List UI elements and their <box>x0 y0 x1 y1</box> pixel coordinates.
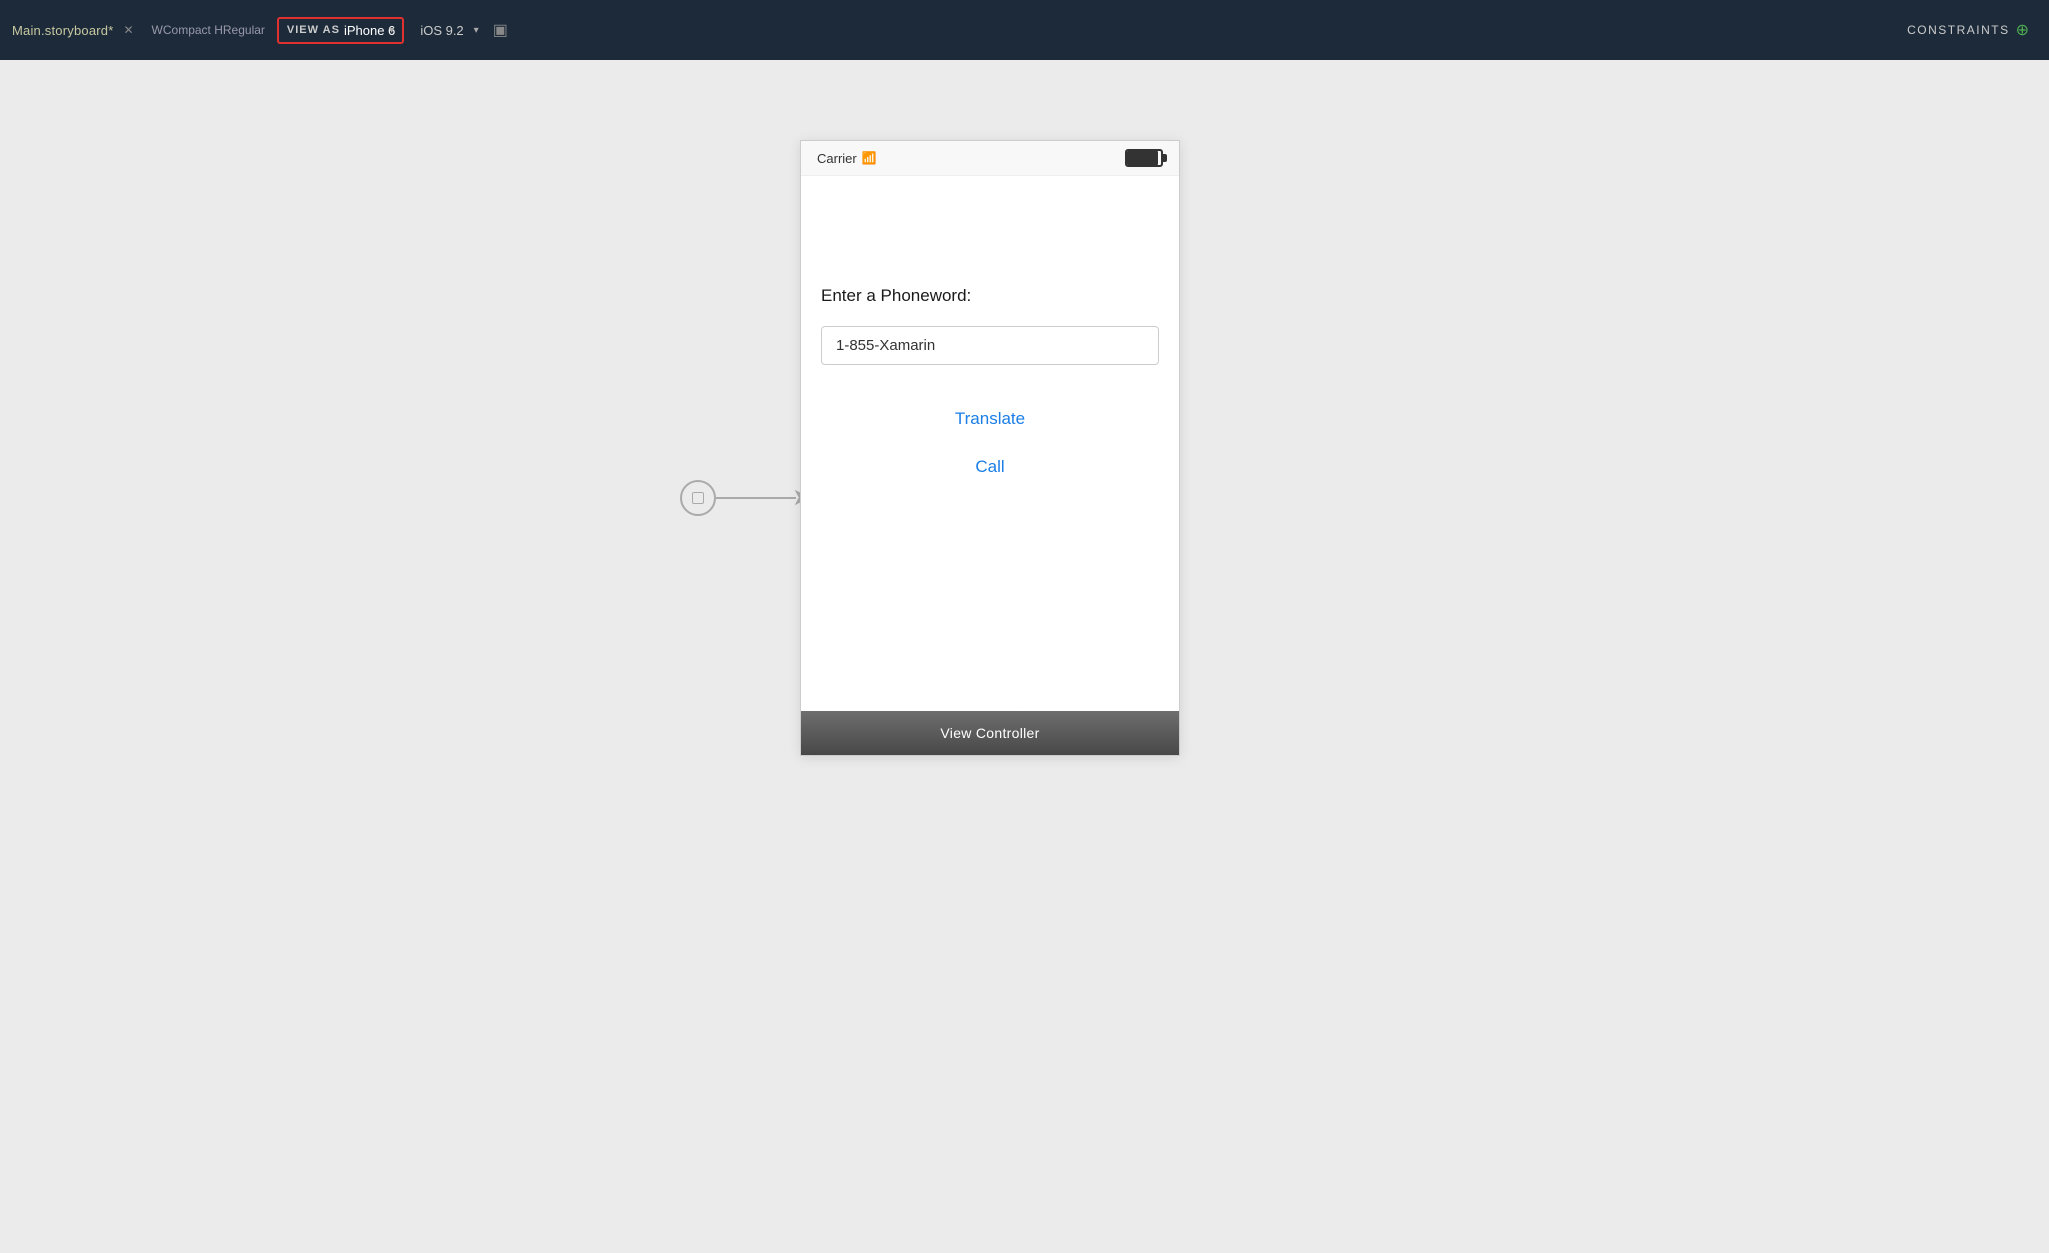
connector-line <box>716 497 796 499</box>
content-spacer <box>821 491 1159 691</box>
iphone-content: Enter a Phoneword: Translate Call <box>801 176 1179 711</box>
entry-connector: ➤ <box>680 480 812 516</box>
toolbar-left: Main.storyboard* ✕ WCompact HRegular VIE… <box>12 17 508 44</box>
device-icon: ▣ <box>493 20 508 40</box>
battery-fill <box>1127 151 1158 165</box>
ios-dropdown-arrow-icon[interactable]: ▾ <box>474 25 479 36</box>
call-button[interactable]: Call <box>821 443 1159 491</box>
view-controller-label: View Controller <box>940 725 1039 741</box>
toolbar: Main.storyboard* ✕ WCompact HRegular VIE… <box>0 0 2049 60</box>
view-as-box: VIEW AS iPhone 6 ▾ <box>277 17 404 44</box>
constraints-label: CONSTRAINTS <box>1907 23 2010 37</box>
iphone-frame: Carrier 📶 Enter a Phoneword: Translate C… <box>800 140 1180 756</box>
toolbar-right: CONSTRAINTS ⊕ <box>1907 20 2029 40</box>
carrier-label: Carrier <box>817 151 857 166</box>
view-controller-bar: View Controller <box>801 711 1179 755</box>
tab-label[interactable]: Main.storyboard* <box>12 23 113 38</box>
size-class-label: WCompact HRegular <box>152 23 265 37</box>
canvas-area: ➤ Carrier 📶 Enter a Phoneword: Translate… <box>0 60 2049 1253</box>
battery-icon <box>1125 149 1163 167</box>
translate-button[interactable]: Translate <box>821 395 1159 443</box>
constraints-add-icon[interactable]: ⊕ <box>2016 20 2029 40</box>
carrier-info: Carrier 📶 <box>817 151 877 166</box>
tab-close-icon[interactable]: ✕ <box>123 23 133 37</box>
phoneword-input[interactable] <box>821 326 1159 365</box>
view-as-label: VIEW AS <box>287 24 340 36</box>
phoneword-label: Enter a Phoneword: <box>821 286 1159 306</box>
connector-square-icon <box>692 492 704 504</box>
iphone-model-label: iPhone 6 <box>344 23 395 38</box>
ios-version-label: iOS 9.2 <box>420 23 463 38</box>
wifi-icon: 📶 <box>862 151 877 165</box>
status-bar: Carrier 📶 <box>801 141 1179 176</box>
connector-circle <box>680 480 716 516</box>
